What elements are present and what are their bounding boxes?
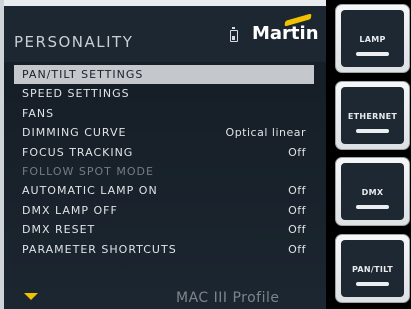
menu-item-label: FANS	[22, 106, 55, 120]
softkey-indicator-bar	[356, 205, 389, 209]
menu-item-dmx-reset[interactable]: DMX RESET Off	[14, 220, 314, 239]
softkey-pan-tilt-button[interactable]: PAN/TILT	[335, 234, 410, 303]
menu-item-dmx-lamp-off[interactable]: DMX LAMP OFF Off	[14, 201, 314, 220]
menu-item-label: DMX RESET	[22, 223, 96, 237]
scroll-down-arrow-icon	[24, 293, 38, 300]
softkey-ethernet-button[interactable]: ETHERNET	[335, 81, 410, 150]
menu-item-value: Off	[288, 242, 306, 256]
menu-item-pan-tilt-settings[interactable]: PAN/TILT SETTINGS	[14, 65, 314, 85]
softkey-label: PAN/TILT	[351, 265, 393, 274]
header: PERSONALITY Martin	[4, 6, 326, 62]
softkey-indicator-bar	[356, 129, 389, 133]
menu-item-parameter-shortcuts[interactable]: PARAMETER SHORTCUTS Off	[14, 240, 314, 259]
menu-item-label: FOLLOW SPOT MODE	[22, 164, 154, 178]
battery-icon	[230, 27, 238, 42]
softkey-display: LAMP	[341, 10, 404, 67]
softkey-panel: LAMP ETHERNET DMX PAN/TILT	[326, 0, 411, 309]
softkey-indicator-bar	[356, 52, 389, 56]
martin-logo: Martin	[252, 23, 319, 44]
menu-item-label: PARAMETER SHORTCUTS	[22, 242, 177, 256]
softkey-display: PAN/TILT	[341, 240, 404, 297]
menu-item-automatic-lamp-on[interactable]: AUTOMATIC LAMP ON Off	[14, 181, 314, 200]
page-title: PERSONALITY	[14, 33, 134, 51]
menu-item-follow-spot-mode: FOLLOW SPOT MODE	[14, 162, 314, 181]
menu-item-value: Off	[288, 223, 306, 237]
softkey-label: LAMP	[359, 35, 386, 44]
menu-item-value: Off	[288, 145, 306, 159]
display-screen: PERSONALITY Martin PAN/TILT SETTINGS SPE…	[0, 0, 326, 309]
softkey-display: DMX	[341, 163, 404, 220]
menu-item-label: SPEED SETTINGS	[22, 87, 130, 101]
menu-item-label: AUTOMATIC LAMP ON	[22, 184, 158, 198]
menu-item-focus-tracking[interactable]: FOCUS TRACKING Off	[14, 143, 314, 162]
personality-menu: PAN/TILT SETTINGS SPEED SETTINGS FANS DI…	[14, 65, 314, 259]
menu-item-dimming-curve[interactable]: DIMMING CURVE Optical linear	[14, 123, 314, 142]
menu-item-speed-settings[interactable]: SPEED SETTINGS	[14, 84, 314, 103]
menu-item-label: DIMMING CURVE	[22, 126, 127, 140]
menu-item-value: Off	[288, 184, 306, 198]
softkey-lamp-button[interactable]: LAMP	[335, 4, 410, 73]
softkey-display: ETHERNET	[341, 87, 404, 144]
fixture-model-label: MAC III Profile	[176, 290, 280, 306]
menu-item-label: DMX LAMP OFF	[22, 203, 118, 217]
softkey-dmx-button[interactable]: DMX	[335, 157, 410, 226]
softkey-label: DMX	[361, 188, 384, 197]
menu-item-value: Off	[288, 203, 306, 217]
menu-item-label: PAN/TILT SETTINGS	[22, 68, 144, 81]
menu-item-value: Optical linear	[225, 126, 306, 140]
menu-item-fans[interactable]: FANS	[14, 104, 314, 123]
softkey-label: ETHERNET	[347, 112, 398, 121]
menu-item-label: FOCUS TRACKING	[22, 145, 134, 159]
softkey-indicator-bar	[356, 282, 389, 286]
